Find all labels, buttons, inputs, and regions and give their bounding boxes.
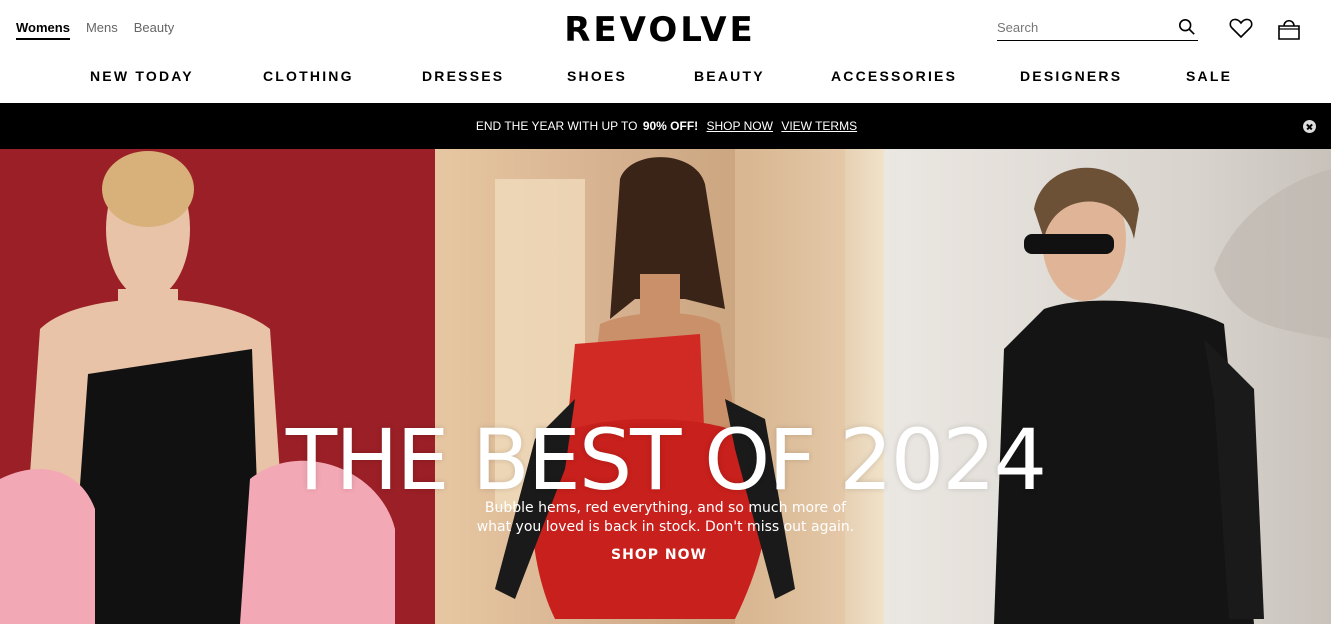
nav-accessories[interactable]: ACCESSORIES [831, 68, 957, 84]
search-box [997, 15, 1198, 41]
nav-beauty[interactable]: BEAUTY [694, 68, 765, 84]
nav-dresses[interactable]: DRESSES [422, 68, 504, 84]
search-icon[interactable] [1178, 18, 1196, 36]
nav-shoes[interactable]: SHOES [567, 68, 627, 84]
hero-shop-now-button[interactable]: SHOP NOW [600, 547, 718, 563]
hero-banner[interactable]: THE BEST OF 2024 Bubble hems, red everyt… [0, 149, 1331, 624]
gender-tab-womens[interactable]: Womens [16, 20, 70, 40]
nav-designers[interactable]: DESIGNERS [1020, 68, 1122, 84]
shopping-bag-icon[interactable] [1276, 15, 1302, 41]
heart-icon[interactable] [1228, 15, 1254, 41]
search-input[interactable] [997, 15, 1172, 39]
nav-new-today[interactable]: NEW TODAY [90, 68, 194, 84]
header: Womens Mens Beauty REVOLVE [0, 0, 1331, 60]
promo-banner: END THE YEAR WITH UP TO 90% OFF! SHOP NO… [0, 103, 1331, 149]
close-circle-icon[interactable] [1303, 120, 1316, 133]
model-silhouette-right [994, 167, 1331, 624]
promo-shop-now-link[interactable]: SHOP NOW [707, 119, 773, 133]
promo-text: END THE YEAR WITH UP TO [475, 119, 638, 133]
gender-tab-mens[interactable]: Mens [86, 20, 118, 40]
hero-image-right [884, 149, 1331, 624]
hero-subtitle-line-1: Bubble hems, red everything, and so much… [484, 500, 847, 516]
promo-view-terms-link[interactable]: VIEW TERMS [781, 119, 857, 133]
gender-tab-beauty[interactable]: Beauty [134, 20, 174, 40]
nav-clothing[interactable]: CLOTHING [263, 68, 354, 84]
hero-image-left [0, 149, 435, 624]
hero-title: THE BEST OF 2024 [285, 411, 1047, 509]
main-nav: NEW TODAY CLOTHING DRESSES SHOES BEAUTY … [0, 68, 1331, 94]
model-silhouette-left [0, 151, 395, 624]
gender-nav: Womens Mens Beauty [16, 20, 174, 40]
nav-sale[interactable]: SALE [1186, 68, 1232, 84]
brand-logo[interactable]: REVOLVE [560, 10, 760, 50]
hero-subtitle: Bubble hems, red everything, and so much… [0, 499, 1331, 537]
promo-highlight: 90% OFF! [642, 119, 699, 133]
hero-subtitle-line-2: what you loved is back in stock. Don't m… [476, 519, 855, 535]
promo-message: END THE YEAR WITH UP TO 90% OFF! SHOP NO… [0, 119, 1331, 133]
